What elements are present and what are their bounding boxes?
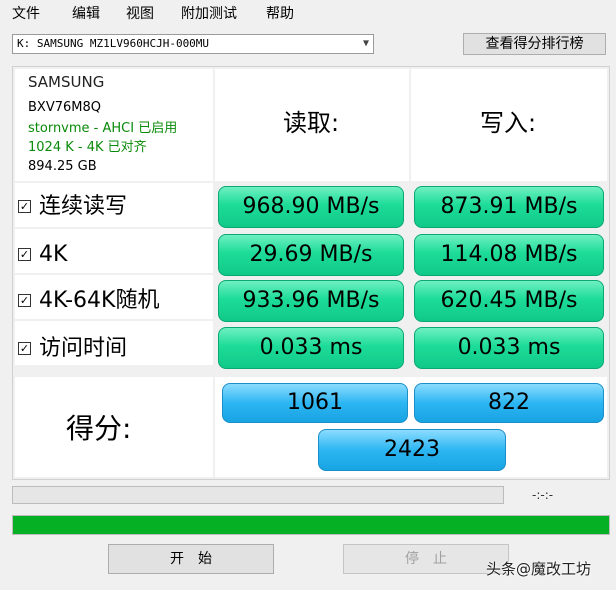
- view-ranking-button[interactable]: 查看得分排行榜: [463, 33, 606, 55]
- access-read-result: 0.033 ms: [218, 327, 404, 369]
- checkbox-checked-icon[interactable]: ✓: [18, 200, 31, 213]
- row-label-4k[interactable]: ✓ 4K: [18, 242, 67, 268]
- drive-brand: SAMSUNG: [28, 73, 105, 91]
- overall-progress-fill: [13, 516, 609, 534]
- row-label-sequential[interactable]: ✓ 连续读写: [18, 194, 127, 220]
- score-label: 得分:: [66, 412, 132, 445]
- write-score: 822: [414, 383, 604, 423]
- access-write-result: 0.033 ms: [414, 327, 604, 369]
- 4k64k-read-result: 933.96 MB/s: [218, 280, 404, 322]
- checkbox-checked-icon[interactable]: ✓: [18, 248, 31, 261]
- watermark-text: 头条@魔改工坊: [486, 560, 592, 578]
- overall-progress-bar: [12, 515, 610, 535]
- total-score: 2423: [318, 429, 506, 471]
- row-label-4k-64k[interactable]: ✓ 4K-64K随机: [18, 288, 159, 314]
- drive-select[interactable]: K: SAMSUNG MZ1LV960HCJH-000MU ▼: [12, 34, 374, 54]
- checkbox-checked-icon[interactable]: ✓: [18, 342, 31, 355]
- test-progress-bar: [12, 486, 504, 504]
- write-header: 写入:: [479, 109, 537, 137]
- elapsed-time: -:-:-: [532, 488, 554, 502]
- checkbox-checked-icon[interactable]: ✓: [18, 294, 31, 307]
- seq-read-result: 968.90 MB/s: [218, 186, 404, 228]
- row-label-access-time[interactable]: ✓ 访问时间: [18, 336, 127, 362]
- seq-write-result: 873.91 MB/s: [414, 186, 604, 228]
- menu-extra-tests[interactable]: 附加测试: [181, 5, 237, 23]
- menu-help[interactable]: 帮助: [266, 5, 294, 23]
- drive-firmware: BXV76M8Q: [28, 100, 101, 115]
- stop-button[interactable]: 停 止: [343, 544, 509, 574]
- 4k-write-result: 114.08 MB/s: [414, 234, 604, 276]
- menu-file[interactable]: 文件: [12, 5, 40, 23]
- menu-edit[interactable]: 编辑: [72, 5, 100, 23]
- start-button[interactable]: 开 始: [108, 544, 274, 574]
- read-header: 读取:: [282, 109, 340, 137]
- menu-bar: 文件 编辑 视图 附加测试 帮助: [0, 0, 616, 28]
- chevron-down-icon: ▼: [362, 38, 369, 49]
- drive-select-value: K: SAMSUNG MZ1LV960HCJH-000MU: [17, 37, 210, 50]
- alignment-status: 1024 K - 4K 已对齐: [28, 140, 147, 155]
- drive-capacity: 894.25 GB: [28, 159, 97, 174]
- menu-view[interactable]: 视图: [126, 5, 154, 23]
- 4k64k-write-result: 620.45 MB/s: [414, 280, 604, 322]
- driver-status: stornvme - AHCI 已启用: [28, 121, 178, 136]
- 4k-read-result: 29.69 MB/s: [218, 234, 404, 276]
- read-score: 1061: [222, 383, 408, 423]
